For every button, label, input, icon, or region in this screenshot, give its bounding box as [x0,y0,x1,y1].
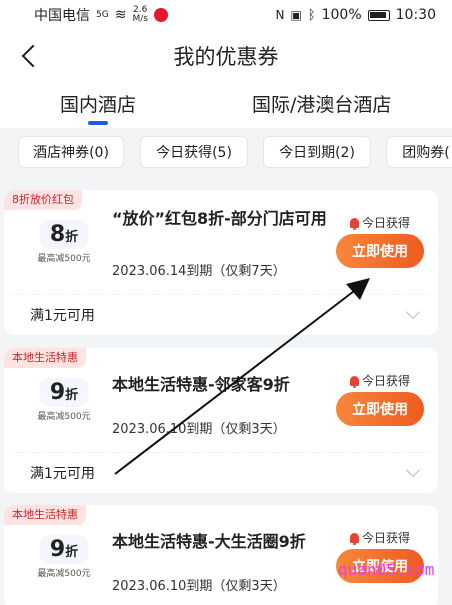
annotation-arrow [114,278,370,475]
watermark-text: quan05.com [338,560,435,579]
